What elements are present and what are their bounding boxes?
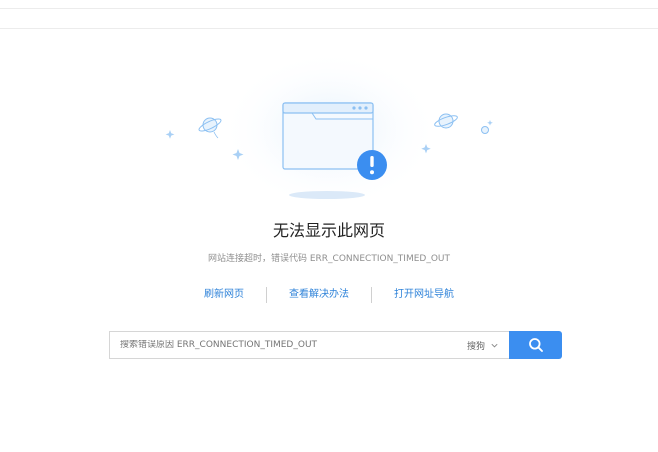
error-code-text: 网站连接超时，错误代码 ERR_CONNECTION_TIMED_OUT	[207, 254, 451, 264]
search-button[interactable]	[509, 331, 562, 359]
view-solutions-link[interactable]: 查看解决办法	[267, 286, 371, 304]
search-icon	[528, 338, 543, 352]
planet-left-icon	[198, 117, 222, 139]
search-engine-label: 搜狗	[466, 341, 485, 352]
search-engine-select[interactable]: 搜狗	[461, 332, 509, 358]
moon-icon	[481, 126, 489, 134]
search-input-wrapper: 搜狗	[109, 331, 509, 359]
chevron-down-icon	[491, 343, 498, 347]
exclamation-badge-icon	[357, 150, 387, 180]
error-illustration	[150, 50, 510, 210]
search-input[interactable]	[120, 340, 461, 350]
top-bar	[0, 0, 658, 9]
action-links: 刷新网页 查看解决办法 打开网址导航	[0, 286, 658, 304]
refresh-page-link[interactable]: 刷新网页	[182, 286, 266, 304]
page-title: 无法显示此网页	[272, 221, 385, 240]
search-bar: 搜狗	[109, 331, 562, 359]
top-divider	[0, 28, 658, 29]
error-page: 无法显示此网页 网站连接超时，错误代码 ERR_CONNECTION_TIMED…	[0, 0, 658, 452]
open-url-navigation-link[interactable]: 打开网址导航	[372, 286, 476, 304]
window-shadow	[289, 191, 365, 199]
